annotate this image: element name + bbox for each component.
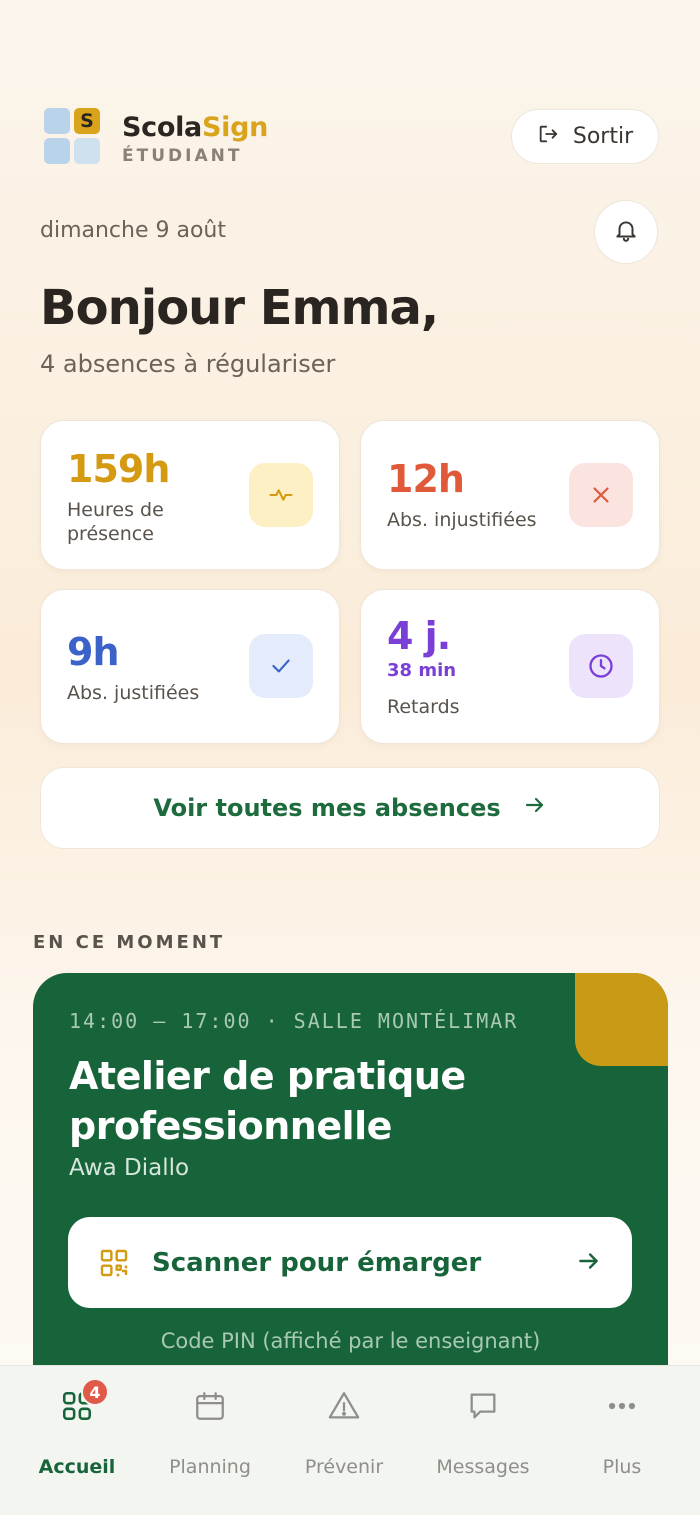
notification-badge: 4 [81,1378,109,1406]
stat-card-presence[interactable]: 159h Heures de présence [40,420,340,570]
session-time-room: 14:00 — 17:00 · SALLE MONTÉLIMAR [69,1009,519,1033]
stat-label: Abs. injustifiées [387,509,537,531]
nav-item-notify[interactable]: Prévenir [279,1386,409,1478]
stat-value: 9h [67,630,119,674]
warning-icon [324,1386,364,1426]
brand-name: ScolaSign [122,112,268,143]
stat-card-unjustified[interactable]: 12h Abs. injustifiées [360,420,660,570]
scan-to-sign-label: Scanner pour émarger [152,1247,482,1278]
pulse-icon [249,463,313,527]
nav-item-label: Accueil [38,1456,116,1478]
bell-icon [613,217,639,247]
stat-card-justified[interactable]: 9h Abs. justifiées [40,589,340,744]
pin-code-link[interactable]: Code PIN (affiché par le enseignant) [33,1329,668,1353]
nav-item-messages[interactable]: Messages [418,1386,548,1478]
brand-name-part1: Scola [122,112,202,143]
brand-subtitle: ÉTUDIANT [122,146,243,166]
current-session-card: 14:00 — 17:00 · SALLE MONTÉLIMAR Atelier… [33,973,668,1393]
session-course-title: Atelier de pratique professionnelle [69,1054,466,1149]
app-logo: S [44,108,100,164]
more-icon [602,1386,642,1426]
arrow-right-icon [523,793,547,823]
message-icon [463,1386,503,1426]
nav-item-label: Plus [602,1456,642,1478]
greeting-title: Bonjour Emma, [40,280,439,336]
brand-name-part2: Sign [201,112,269,143]
view-all-absences-label: Voir toutes mes absences [153,794,501,822]
bottom-navigation: 4 Accueil Planning Prévenir Messages Plu… [0,1365,700,1515]
clock-icon [569,634,633,698]
stat-label: Abs. justifiées [67,682,200,704]
logo-square [44,108,70,134]
section-title-now: EN CE MOMENT [33,932,226,953]
logo-square [44,138,70,164]
scan-to-sign-button[interactable]: Scanner pour émarger [68,1217,632,1308]
greeting-subtitle: 4 absences à régulariser [40,350,336,378]
nav-item-label: Messages [436,1456,530,1478]
stat-sub-value: 38 min [387,660,457,681]
nav-item-more[interactable]: Plus [557,1386,687,1478]
logo-square [74,138,100,164]
logout-icon [537,123,559,151]
home-grid-icon: 4 [57,1378,109,1426]
nav-item-label: Planning [169,1456,251,1478]
check-icon [249,634,313,698]
nav-item-planning[interactable]: Planning [145,1386,275,1478]
notifications-button[interactable] [594,200,658,264]
logout-label: Sortir [572,124,634,149]
stat-card-late[interactable]: 4 j. 38 min Retards [360,589,660,744]
stat-value: 12h [387,457,465,501]
logo-letter: S [74,108,100,134]
decorative-corner [575,973,668,1066]
session-teacher: Awa Diallo [69,1155,190,1181]
stat-label: Retards [387,696,460,718]
arrow-right-icon [576,1248,602,1278]
current-date: dimanche 9 août [40,218,227,243]
logout-button[interactable]: Sortir [511,109,659,164]
nav-item-label: Prévenir [304,1456,384,1478]
calendar-icon [190,1386,230,1426]
close-icon [569,463,633,527]
qr-code-icon [98,1247,130,1279]
stat-value: 159h [67,447,170,491]
stat-label: Heures de présence [67,499,164,545]
view-all-absences-button[interactable]: Voir toutes mes absences [40,767,660,849]
nav-item-home[interactable]: 4 Accueil [12,1378,142,1478]
stat-value: 4 j. [387,614,451,658]
